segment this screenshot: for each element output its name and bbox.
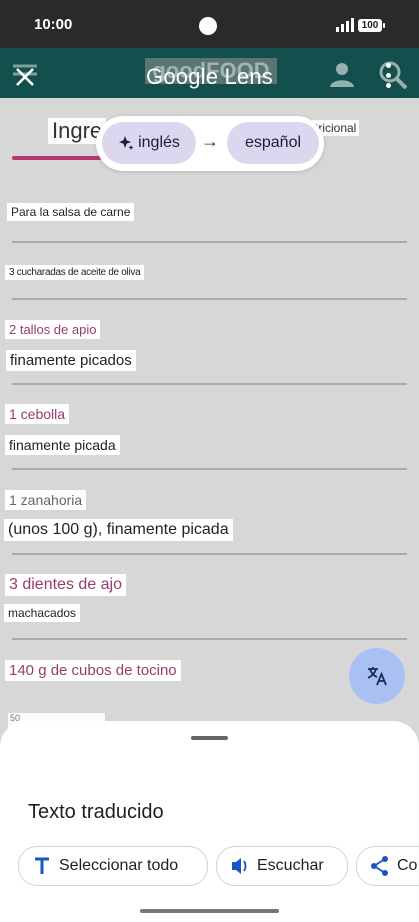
arrow-right-icon: → <box>201 131 219 151</box>
select-all-button[interactable]: Seleccionar todo <box>18 846 208 886</box>
copy-label: Co <box>397 857 418 874</box>
share-button[interactable]: Co <box>356 846 419 886</box>
front-camera <box>199 17 217 35</box>
divider <box>12 553 407 555</box>
sheet-drag-handle[interactable] <box>191 736 228 740</box>
battery-indicator: 100 <box>358 19 385 32</box>
translate-button[interactable] <box>349 648 405 704</box>
translated-text[interactable]: finamente picados <box>6 350 136 371</box>
select-all-label: Seleccionar todo <box>59 857 179 874</box>
translated-text[interactable]: 3 cucharadas de aceite de oliva <box>5 265 145 280</box>
translated-text[interactable]: Para la salsa de carne <box>7 203 135 221</box>
gesture-nav-bar[interactable] <box>140 909 279 913</box>
text-select-icon <box>35 857 49 874</box>
translated-text[interactable]: machacados <box>4 604 81 622</box>
sparkle-icon <box>119 135 134 150</box>
more-options-button[interactable] <box>376 58 400 92</box>
target-language-chip[interactable]: español <box>227 122 319 164</box>
translated-text[interactable]: 1 cebolla <box>5 404 70 424</box>
translated-text[interactable]: 2 tallos de apio <box>5 320 101 339</box>
divider <box>12 468 407 470</box>
phone-screen: 10:00 100 goodFOOD Google Lens Ingre tri… <box>0 0 419 922</box>
status-bar: 10:00 100 <box>0 0 419 48</box>
translated-text[interactable]: 140 g de cubos de tocino <box>5 660 181 681</box>
listen-button[interactable]: Escuchar <box>216 846 348 886</box>
listen-label: Escuchar <box>257 857 324 874</box>
divider <box>12 241 407 243</box>
signal-icon <box>336 18 354 32</box>
divider <box>12 298 407 300</box>
sheet-title: Texto traducido <box>28 801 164 823</box>
translate-icon <box>367 667 387 686</box>
more-vert-icon <box>385 63 391 68</box>
source-language-chip[interactable]: inglés <box>102 122 196 164</box>
divider <box>12 383 407 385</box>
translated-text[interactable]: 1 zanahoria <box>5 490 87 510</box>
share-icon <box>371 856 388 876</box>
target-language-label: español <box>244 134 302 151</box>
translated-text[interactable]: (unos 100 g), finamente picada <box>4 519 233 541</box>
speaker-icon <box>232 858 247 874</box>
background-tab-underline <box>12 156 102 160</box>
translated-text[interactable]: finamente picada <box>5 435 120 455</box>
app-title: Google Lens <box>146 64 273 89</box>
divider <box>12 638 407 640</box>
status-time: 10:00 <box>34 16 73 33</box>
source-language-label: inglés <box>138 134 180 151</box>
translated-text[interactable]: 3 dientes de ajo <box>5 574 126 596</box>
